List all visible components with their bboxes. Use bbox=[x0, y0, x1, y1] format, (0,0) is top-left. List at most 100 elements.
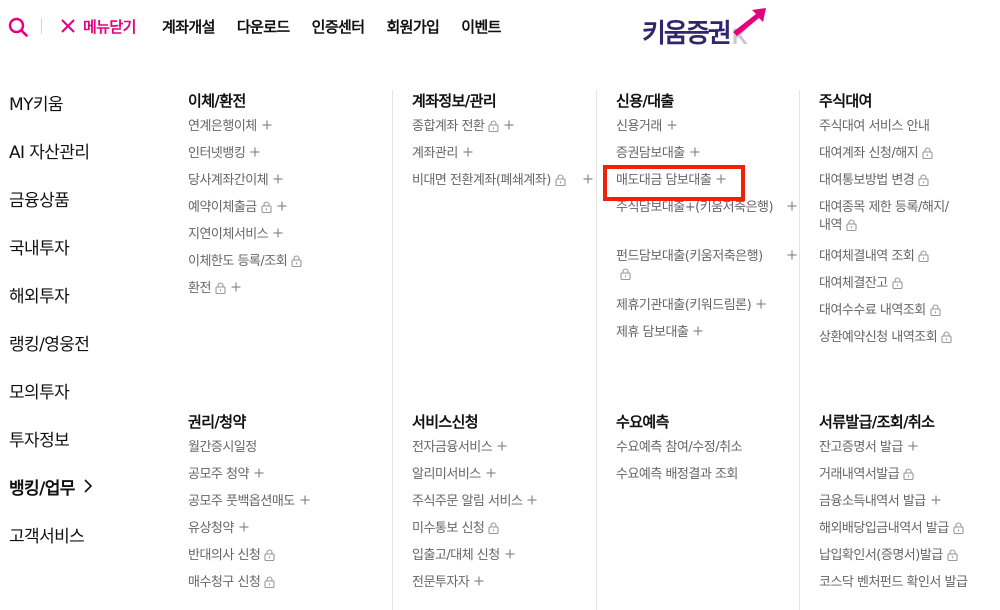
plus-icon[interactable] bbox=[486, 468, 496, 478]
plus-icon[interactable] bbox=[667, 120, 677, 130]
menu-item[interactable]: 매도대금 담보대출 bbox=[616, 172, 801, 199]
sidebar-item[interactable]: 금융상품 bbox=[9, 174, 169, 222]
plus-icon[interactable] bbox=[273, 174, 283, 184]
menu-item[interactable]: 알리미서비스 bbox=[412, 466, 597, 493]
menu-item[interactable]: 월간증시일정 bbox=[188, 439, 373, 466]
plus-icon[interactable] bbox=[527, 495, 537, 505]
menu-item[interactable]: 입출고/대체 신청 bbox=[412, 547, 597, 574]
plus-icon[interactable] bbox=[231, 282, 241, 292]
menu-item[interactable]: 대여체결내역 조회 bbox=[819, 248, 984, 275]
plus-icon[interactable] bbox=[908, 441, 918, 451]
menu-item[interactable]: 펀드담보대출(키움저축은행) bbox=[616, 248, 801, 297]
menu-item[interactable]: 대여통보방법 변경 bbox=[819, 172, 984, 199]
plus-icon[interactable] bbox=[693, 326, 703, 336]
sidebar-item[interactable]: 뱅킹/업무 bbox=[9, 462, 169, 510]
menu-item[interactable]: 전문투자자 bbox=[412, 574, 597, 601]
plus-icon[interactable] bbox=[300, 495, 310, 505]
menu-item[interactable]: 신용거래 bbox=[616, 118, 801, 145]
plus-icon[interactable] bbox=[505, 549, 515, 559]
menu-item[interactable]: 증권담보대출 bbox=[616, 145, 801, 172]
menu-item[interactable]: 연계은행이체 bbox=[188, 118, 373, 145]
nav-download[interactable]: 다운로드 bbox=[237, 16, 290, 37]
menu-item[interactable]: 미수통보 신청 bbox=[412, 520, 597, 547]
menu-item[interactable]: 주식담보대출+(키움저축은행) bbox=[616, 199, 801, 248]
plus-icon[interactable] bbox=[787, 201, 797, 211]
lock-icon bbox=[846, 219, 857, 231]
nav-signup[interactable]: 회원가입 bbox=[386, 16, 439, 37]
search-icon[interactable] bbox=[8, 17, 28, 37]
sidebar-item[interactable]: AI 자산관리 bbox=[9, 126, 169, 174]
menu-item[interactable]: 수요예측 참여/수정/취소 bbox=[616, 439, 801, 466]
menu-item[interactable]: 대여체결잔고 bbox=[819, 275, 984, 302]
section-title: 수요예측 bbox=[616, 413, 669, 431]
menu-item-label: 예약이체출금 bbox=[188, 200, 257, 215]
menu-item[interactable]: 주식대여 서비스 안내 bbox=[819, 118, 984, 145]
lock-icon bbox=[918, 250, 929, 262]
sidebar-item[interactable]: 해외투자 bbox=[9, 270, 169, 318]
menu-item[interactable]: 당사계좌간이체 bbox=[188, 172, 373, 199]
plus-icon[interactable] bbox=[463, 147, 473, 157]
plus-icon[interactable] bbox=[497, 441, 507, 451]
menu-item[interactable]: 주식주문 알림 서비스 bbox=[412, 493, 597, 520]
plus-icon[interactable] bbox=[504, 120, 514, 130]
menu-item[interactable]: 코스닥 벤처펀드 확인서 발급 bbox=[819, 574, 999, 601]
menu-item[interactable]: 지연이체서비스 bbox=[188, 226, 373, 253]
menu-item[interactable]: 대여계좌 신청/해지 bbox=[819, 145, 984, 172]
menu-item[interactable]: 거래내역서발급 bbox=[819, 466, 999, 493]
menu-close-button[interactable]: 메뉴닫기 bbox=[60, 14, 136, 38]
sidebar-item[interactable]: 투자정보 bbox=[9, 414, 169, 462]
menu-item[interactable]: 이체한도 등록/조회 bbox=[188, 253, 373, 280]
nav-account-open[interactable]: 계좌개설 bbox=[162, 16, 215, 37]
plus-icon[interactable] bbox=[239, 522, 249, 532]
plus-icon[interactable] bbox=[931, 495, 941, 505]
menu-item[interactable]: 전자금융서비스 bbox=[412, 439, 597, 466]
plus-icon[interactable] bbox=[277, 201, 287, 211]
menu-item-label: 주식주문 알림 서비스 bbox=[412, 494, 523, 509]
menu-item-label: 비대면 전환계좌(폐쇄계좌) bbox=[412, 173, 551, 188]
menu-item[interactable]: 인터넷뱅킹 bbox=[188, 145, 373, 172]
plus-icon[interactable] bbox=[474, 576, 484, 586]
sidebar-item[interactable]: 고객서비스 bbox=[9, 510, 169, 558]
plus-icon[interactable] bbox=[254, 468, 264, 478]
sidebar-item[interactable]: MY키움 bbox=[9, 78, 169, 126]
menu-item[interactable]: 해외배당입금내역서 발급 bbox=[819, 520, 999, 547]
plus-icon[interactable] bbox=[250, 147, 260, 157]
menu-close-label: 메뉴닫기 bbox=[83, 17, 136, 36]
menu-item-label: 상환예약신청 내역조회 bbox=[819, 330, 938, 345]
nav-event[interactable]: 이벤트 bbox=[461, 16, 501, 37]
menu-item[interactable]: 반대의사 신청 bbox=[188, 547, 373, 574]
menu-item[interactable]: 금융소득내역서 발급 bbox=[819, 493, 999, 520]
plus-icon[interactable] bbox=[273, 228, 283, 238]
menu-item[interactable]: 상환예약신청 내역조회 bbox=[819, 329, 984, 356]
menu-item[interactable]: 잔고증명서 발급 bbox=[819, 439, 999, 466]
menu-item[interactable]: 대여수수료 내역조회 bbox=[819, 302, 984, 329]
menu-item[interactable]: 공모주 청약 bbox=[188, 466, 373, 493]
plus-icon[interactable] bbox=[583, 174, 593, 184]
plus-icon[interactable] bbox=[787, 250, 797, 260]
plus-icon[interactable] bbox=[756, 299, 766, 309]
menu-item[interactable]: 제휴 담보대출 bbox=[616, 324, 801, 351]
menu-item[interactable]: 계좌관리 bbox=[412, 145, 597, 172]
menu-item[interactable]: 비대면 전환계좌(폐쇄계좌) bbox=[412, 172, 597, 221]
menu-item[interactable]: 환전 bbox=[188, 280, 373, 307]
menu-item[interactable]: 납입확인서(증명서)발급 bbox=[819, 547, 999, 574]
sidebar-item[interactable]: 모의투자 bbox=[9, 366, 169, 414]
menu-item[interactable]: 제휴기관대출(키워드림론) bbox=[616, 297, 801, 324]
menu-item[interactable]: 대여종목 제한 등록/해지/내역 bbox=[819, 199, 984, 248]
plus-icon[interactable] bbox=[690, 147, 700, 157]
menu-item[interactable]: 유상청약 bbox=[188, 520, 373, 547]
menu-item[interactable]: 수요예측 배정결과 조회 bbox=[616, 466, 801, 493]
sidebar-item-label: 투자정보 bbox=[9, 430, 70, 451]
menu-item[interactable]: 종합계좌 전환 bbox=[412, 118, 597, 145]
plus-icon[interactable] bbox=[262, 120, 272, 130]
sidebar-item[interactable]: 랭킹/영웅전 bbox=[9, 318, 169, 366]
menu-item[interactable]: 매수청구 신청 bbox=[188, 574, 373, 601]
kiwoom-logo[interactable]: 키움증권 K bbox=[642, 6, 772, 49]
menu-item[interactable]: 공모주 풋백옵션매도 bbox=[188, 493, 373, 520]
plus-icon[interactable] bbox=[716, 174, 726, 184]
lock-icon bbox=[261, 201, 272, 213]
menu-item[interactable]: 예약이체출금 bbox=[188, 199, 373, 226]
sidebar-item[interactable]: 국내투자 bbox=[9, 222, 169, 270]
sidebar-item-label: AI 자산관리 bbox=[9, 142, 90, 163]
nav-cert-center[interactable]: 인증센터 bbox=[312, 16, 365, 37]
